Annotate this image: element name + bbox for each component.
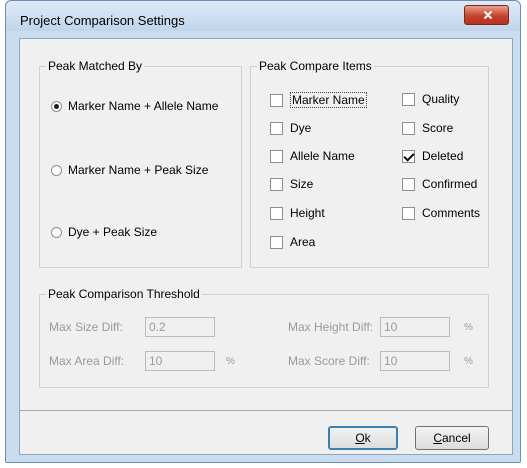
checkbox-label: Score	[422, 121, 454, 135]
cancel-mnemonic: C	[433, 431, 442, 445]
check-comments[interactable]: Comments	[402, 206, 480, 220]
checkbox-label: Allele Name	[290, 149, 355, 163]
checkbox[interactable]	[402, 177, 415, 191]
ok-label-rest: k	[364, 431, 371, 445]
checkbox[interactable]	[402, 92, 415, 106]
cancel-button[interactable]: Cancel	[415, 426, 489, 450]
checkbox-label: Height	[290, 206, 325, 220]
check-quality[interactable]: Quality	[402, 92, 459, 106]
max-height-diff-label: Max Height Diff:	[288, 320, 374, 334]
ok-mnemonic: O	[355, 431, 365, 445]
peak-matched-by-title: Peak Matched By	[46, 59, 145, 73]
max-size-diff-label: Max Size Diff:	[49, 320, 123, 334]
checkbox-label: Confirmed	[422, 177, 478, 191]
radio-marker-peaksize[interactable]: Marker Name + Peak Size	[51, 163, 208, 177]
checkbox[interactable]	[270, 149, 283, 163]
check-deleted[interactable]: Deleted	[402, 149, 463, 163]
radio-label: Marker Name + Peak Size	[68, 163, 209, 177]
checkbox-label: Dye	[290, 121, 312, 135]
checkbox[interactable]	[402, 121, 415, 135]
max-area-diff-input[interactable]: 10	[145, 351, 215, 371]
max-size-diff-input[interactable]: 0.2	[145, 317, 215, 337]
radio-button-selected[interactable]	[51, 100, 62, 112]
check-dye[interactable]: Dye	[270, 121, 311, 135]
radio-dye-peaksize[interactable]: Dye + Peak Size	[51, 225, 157, 239]
check-marker-name[interactable]: Marker Name	[270, 92, 367, 108]
peak-compare-items-group: Peak Compare Items Marker Name Dye Allel…	[250, 59, 489, 268]
radio-label: Dye + Peak Size	[68, 225, 158, 239]
checkbox[interactable]	[270, 93, 283, 107]
checkbox-label: Area	[290, 235, 316, 249]
max-area-diff-unit: %	[226, 356, 235, 367]
threshold-title: Peak Comparison Threshold	[46, 287, 202, 301]
max-score-diff-unit: %	[464, 356, 473, 367]
dialog-window: Project Comparison Settings Peak Matched…	[5, 0, 521, 463]
radio-label: Marker Name + Allele Name	[68, 99, 219, 113]
checkbox-label: Size	[290, 177, 314, 191]
peak-matched-by-group: Peak Matched By Marker Name + Allele Nam…	[39, 59, 242, 268]
dialog-title: Project Comparison Settings	[20, 13, 185, 28]
checkbox-label: Comments	[422, 206, 481, 220]
ok-button[interactable]: Ok	[328, 426, 398, 450]
max-height-diff-input[interactable]: 10	[380, 317, 450, 337]
check-confirmed[interactable]: Confirmed	[402, 177, 477, 191]
checkbox[interactable]	[270, 121, 283, 135]
peak-compare-items-title: Peak Compare Items	[257, 59, 374, 73]
max-height-diff-unit: %	[464, 322, 473, 333]
checkbox[interactable]	[402, 206, 415, 220]
max-score-diff-label: Max Score Diff:	[288, 354, 370, 368]
radio-marker-allele[interactable]: Marker Name + Allele Name	[51, 99, 218, 113]
cancel-label-rest: ancel	[441, 431, 471, 445]
radio-button[interactable]	[51, 226, 62, 238]
button-separator	[20, 410, 512, 411]
check-allele-name[interactable]: Allele Name	[270, 149, 355, 163]
checkbox-label: Quality	[422, 92, 460, 106]
threshold-group: Peak Comparison Threshold Max Size Diff:…	[39, 287, 489, 388]
close-button[interactable]	[464, 5, 509, 25]
checkbox-label: Deleted	[422, 149, 464, 163]
max-score-diff-input[interactable]: 10	[380, 351, 450, 371]
check-size[interactable]: Size	[270, 177, 313, 191]
max-area-diff-label: Max Area Diff:	[49, 354, 125, 368]
check-score[interactable]: Score	[402, 121, 453, 135]
checkbox[interactable]	[270, 206, 283, 220]
check-height[interactable]: Height	[270, 206, 325, 220]
dialog-client-area: Peak Matched By Marker Name + Allele Nam…	[19, 38, 513, 455]
check-area[interactable]: Area	[270, 235, 315, 249]
checkbox-label: Marker Name	[290, 92, 367, 108]
radio-button[interactable]	[51, 164, 62, 176]
checkbox[interactable]	[270, 235, 283, 249]
checkbox[interactable]	[270, 177, 283, 191]
checkbox-checked[interactable]	[402, 149, 415, 163]
